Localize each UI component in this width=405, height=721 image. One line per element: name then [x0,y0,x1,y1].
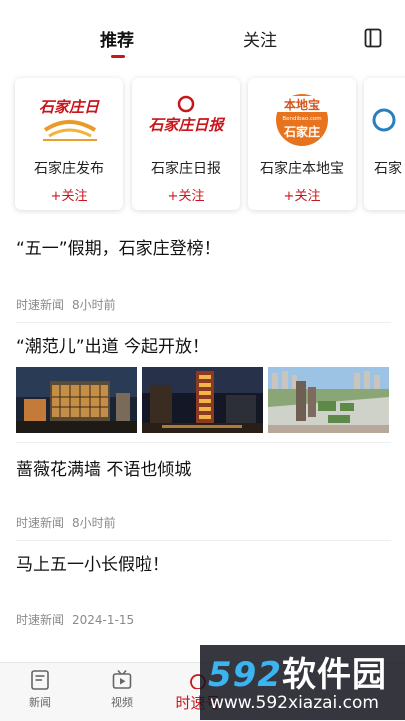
active-tab-indicator [111,55,125,58]
tab-recommend[interactable]: 推荐 [100,26,134,51]
account-card[interactable]: 本地宝 Bendibao.com 石家庄 石家庄本地宝 +关注 [248,78,356,210]
news-item[interactable]: 马上五一小长假啦！ [16,550,391,575]
follow-button[interactable]: +关注 [132,185,240,204]
news-time: 2024-1-15 [72,613,135,627]
divider [16,540,391,541]
follow-button[interactable]: +关注 [248,185,356,204]
site-watermark: 592软件园 www.592xiazai.com [200,645,405,720]
news-source: 时速新闻 [16,613,65,627]
news-item[interactable]: 蔷薇花满墙 不语也倾城 [16,455,391,480]
svg-text:石家庄: 石家庄 [283,124,320,139]
divider [16,322,391,323]
nav-video-label: 视频 [111,696,133,709]
news-item[interactable]: “五一”假期，石家庄登榜！ [16,234,391,259]
news-time: 8小时前 [72,516,116,530]
svg-text:石家庄日: 石家庄日 [39,98,100,116]
news-item[interactable]: “潮范儿”出道 今起开放！ [16,332,391,357]
news-meta: 时速新闻 2024-1-15 [16,611,391,628]
news-source: 时速新闻 [16,516,65,530]
bendibao-logo: 本地宝 Bendibao.com 石家庄 [276,94,328,146]
account-card[interactable]: 石家庄日 石家庄发布 +关注 [15,78,123,210]
news-icon [31,670,49,690]
news-title: “五一”假期，石家庄登榜！ [16,239,221,259]
news-image[interactable] [16,367,137,433]
shijiazhuang-ribao-logo: 石家庄日报 [148,95,225,134]
top-tab-bar: 推荐 关注 [0,0,405,70]
nav-news[interactable]: 新闻 [10,669,70,710]
account-card-partial[interactable]: 石家 [364,78,405,210]
account-name: 石家庄日报 [151,161,221,177]
watermark-url: www.592xiazai.com [210,693,379,713]
news-title: 马上五一小长假啦！ [16,555,169,575]
account-name: 石家 [374,161,402,177]
news-title: 蔷薇花满墙 不语也倾城 [16,460,192,480]
svg-text:Bendibao.com: Bendibao.com [282,116,321,122]
news-meta: 时速新闻 8小时前 [16,296,391,313]
news-source: 时速新闻 [16,298,65,312]
account-name: 石家庄发布 [34,161,104,177]
video-icon [112,669,132,689]
news-title: “潮范儿”出道 今起开放！ [16,337,210,357]
news-image[interactable] [268,367,389,433]
account-logo [372,108,396,132]
recommended-accounts: 石家庄日 石家庄发布 +关注 石家庄日报 石家庄日报 +关注 本地宝 Bendi… [0,70,405,220]
svg-text:本地宝: 本地宝 [284,97,320,112]
news-image[interactable] [142,367,263,433]
shijiazhuang-fabu-logo: 石家庄日 [39,98,100,141]
bookmark-icon[interactable] [363,28,383,48]
account-name: 石家庄本地宝 [260,161,344,177]
nav-video[interactable]: 视频 [92,669,152,710]
follow-button[interactable]: +关注 [15,185,123,204]
news-meta: 时速新闻 8小时前 [16,514,391,531]
watermark-text: 软件园 [281,655,387,695]
divider [16,442,391,443]
tab-follow[interactable]: 关注 [243,26,277,51]
svg-text:石家庄日报: 石家庄日报 [148,116,225,134]
account-card[interactable]: 石家庄日报 石家庄日报 +关注 [132,78,240,210]
news-time: 8小时前 [72,298,116,312]
nav-news-label: 新闻 [29,696,51,709]
watermark-number: 592 [208,655,282,695]
